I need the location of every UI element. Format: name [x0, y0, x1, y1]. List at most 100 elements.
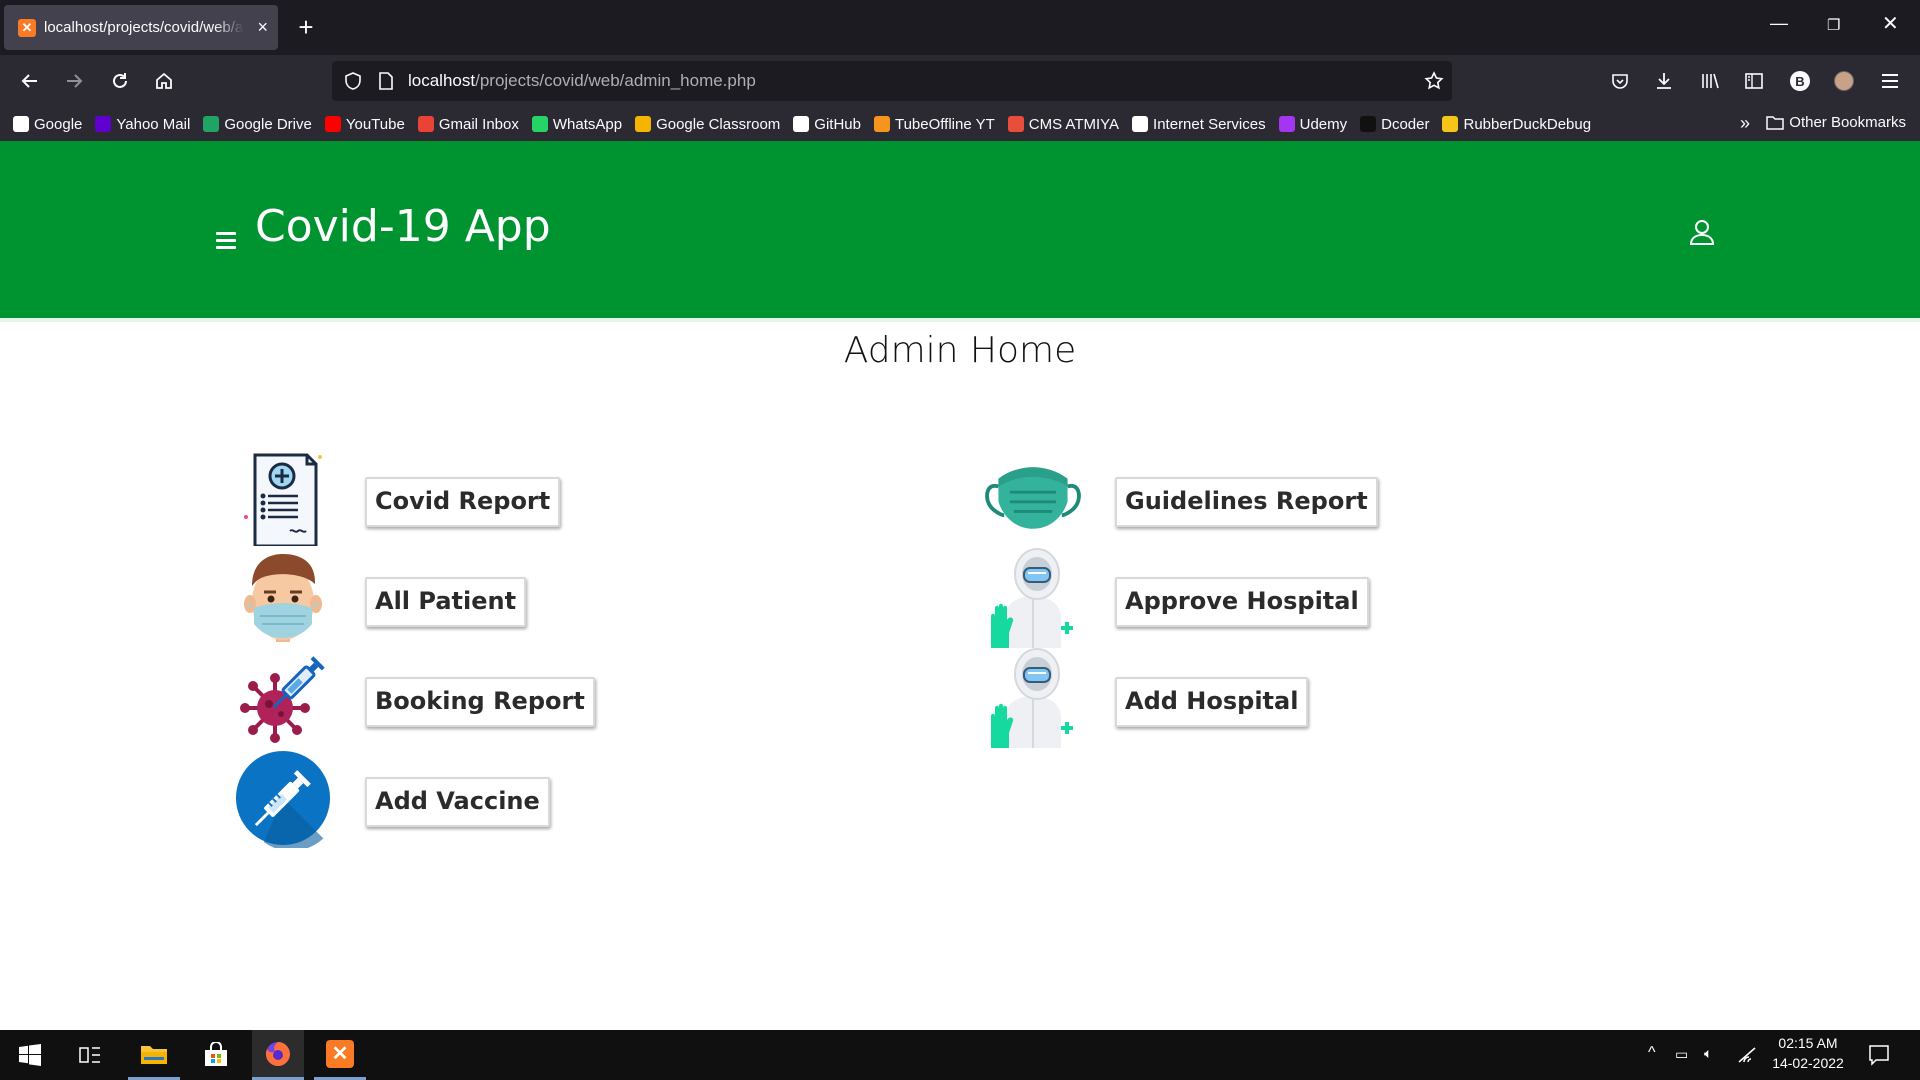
masked-patient-icon	[235, 550, 331, 646]
url-bar[interactable]: localhost/projects/covid/web/admin_home.…	[332, 61, 1452, 101]
gmail-icon	[417, 116, 434, 132]
github-icon	[793, 116, 810, 132]
bookmark-label: YouTube	[345, 115, 405, 133]
menu-item-covid-report: Covid Report	[235, 450, 695, 546]
booking-report-button[interactable]: Booking Report	[365, 677, 595, 727]
home-icon	[156, 72, 172, 89]
medical-report-icon	[235, 450, 331, 546]
side-menu-toggle-icon[interactable]	[216, 232, 236, 253]
extension-button[interactable]	[1830, 67, 1858, 95]
library-icon	[1702, 73, 1719, 89]
google-icon	[13, 116, 29, 132]
downloads-button[interactable]	[1650, 67, 1678, 95]
task-view-button[interactable]	[64, 1030, 116, 1080]
other-bookmarks[interactable]: Other Bookmarks	[1766, 114, 1906, 131]
user-icon	[1689, 220, 1715, 245]
profile-button[interactable]: B	[1786, 67, 1814, 95]
start-button[interactable]	[4, 1030, 56, 1080]
app-menu-button[interactable]	[1876, 67, 1904, 95]
user-account-button[interactable]	[1689, 219, 1715, 250]
restore-window-button[interactable]: ❐	[1827, 16, 1840, 34]
battery-icon[interactable]: ▭	[1675, 1046, 1688, 1063]
xampp-favicon-icon: ✕	[18, 18, 36, 37]
bookmark-label: GitHub	[814, 115, 861, 133]
show-hidden-icons-chevron-icon[interactable]: ^	[1648, 1044, 1656, 1062]
globe-icon	[1132, 116, 1149, 132]
bookmark-item[interactable]: RubberDuckDebug	[1442, 116, 1591, 133]
bookmark-label: Yahoo Mail	[116, 115, 191, 133]
bookmark-item[interactable]: Udemy	[1278, 115, 1348, 133]
url-text: localhost/projects/covid/web/admin_home.…	[408, 71, 756, 91]
bookmark-item[interactable]: Internet Services	[1132, 116, 1266, 133]
clock[interactable]: 02:15 AM 14-02-2022	[1766, 1035, 1850, 1071]
reload-icon	[113, 73, 127, 88]
close-tab-icon[interactable]: ×	[257, 17, 268, 38]
add-vaccine-button[interactable]: Add Vaccine	[365, 777, 550, 827]
xampp-taskbar-button[interactable]: ✕	[314, 1030, 366, 1080]
all-patient-button[interactable]: All Patient	[365, 577, 527, 627]
bookmark-item[interactable]: Google	[13, 116, 82, 133]
profile-avatar: B	[1790, 71, 1810, 91]
bookmark-label: Udemy	[1299, 115, 1348, 133]
bookmark-item[interactable]: YouTube	[324, 115, 405, 133]
firefox-icon	[265, 1041, 290, 1066]
youtube-icon	[324, 116, 341, 132]
sidebar-button[interactable]	[1740, 67, 1768, 95]
covid-report-button[interactable]: Covid Report	[365, 477, 561, 527]
bookmark-item[interactable]: CMS ATMIYA	[1007, 115, 1120, 133]
forward-button[interactable]	[60, 67, 88, 95]
bookmark-item[interactable]: Dcoder	[1360, 116, 1429, 133]
browser-tab[interactable]: ✕ localhost/projects/covid/web/admin_hom…	[4, 5, 278, 50]
xampp-icon: ✕	[326, 1039, 354, 1068]
home-button[interactable]	[150, 67, 178, 95]
folder-icon	[1766, 116, 1785, 130]
firefox-taskbar-button[interactable]	[252, 1030, 304, 1080]
minimize-window-button[interactable]: —	[1770, 13, 1788, 34]
bookmark-label: CMS ATMIYA	[1028, 115, 1120, 133]
bookmark-item[interactable]: GitHub	[793, 116, 861, 133]
yahoo-mail-icon	[95, 116, 112, 132]
microsoft-store-button[interactable]	[190, 1030, 242, 1080]
approve-hospital-button[interactable]: Approve Hospital	[1115, 577, 1369, 627]
bookmark-label: WhatsApp	[552, 115, 623, 133]
more-bookmarks-chevron-icon[interactable]: »	[1740, 113, 1750, 134]
add-hospital-button[interactable]: Add Hospital	[1115, 677, 1309, 727]
tab-title: localhost/projects/covid/web/admin_home.…	[44, 19, 244, 36]
bookmark-item[interactable]: WhatsApp	[531, 115, 623, 133]
udemy-icon	[1278, 116, 1295, 132]
extension-avatar-icon	[1834, 71, 1854, 91]
bookmark-item[interactable]: TubeOffline YT	[873, 116, 995, 133]
bookmark-item[interactable]: Gmail Inbox	[417, 116, 519, 133]
app-title: Covid-19 App	[255, 201, 551, 252]
reload-button[interactable]	[106, 67, 134, 95]
sidebar-icon	[1745, 73, 1763, 89]
hazmat-doctor-icon	[985, 648, 1081, 748]
new-tab-button[interactable]: +	[294, 12, 318, 42]
bookmark-item[interactable]: Google Drive	[203, 116, 312, 133]
menu-item-booking-report: Booking Report	[235, 650, 695, 746]
tracking-shield-icon[interactable]	[344, 72, 362, 90]
notification-center-icon[interactable]	[1868, 1044, 1890, 1066]
file-explorer-button[interactable]	[128, 1030, 180, 1080]
page-info-icon[interactable]	[378, 72, 394, 90]
back-button[interactable]	[16, 67, 44, 95]
folder-icon	[141, 1045, 167, 1064]
download-icon	[1657, 73, 1671, 89]
back-arrow-icon	[21, 74, 37, 88]
volume-icon[interactable]: 🔈︎	[1704, 1045, 1712, 1062]
guidelines-report-button[interactable]: Guidelines Report	[1115, 477, 1378, 527]
wifi-icon[interactable]	[1738, 1047, 1756, 1063]
url-path: /projects/covid/web/admin_home.php	[475, 71, 756, 90]
google-classroom-icon	[635, 116, 652, 132]
whatsapp-icon	[531, 116, 548, 132]
bookmark-label: Dcoder	[1381, 115, 1430, 133]
library-button[interactable]	[1696, 67, 1724, 95]
bookmark-star-icon[interactable]	[1424, 71, 1444, 91]
bookmarks-toolbar: Google Yahoo Mail Google Drive YouTube Gmail…	[0, 107, 1920, 141]
bookmark-item[interactable]: Google Classroom	[635, 116, 780, 133]
bookmark-item[interactable]: Yahoo Mail	[95, 116, 190, 133]
pocket-button[interactable]	[1606, 67, 1634, 95]
menu-item-guidelines-report: Guidelines Report	[985, 450, 1545, 546]
close-window-button[interactable]: ✕	[1882, 11, 1899, 36]
cms-atmiya-icon	[1007, 116, 1024, 132]
